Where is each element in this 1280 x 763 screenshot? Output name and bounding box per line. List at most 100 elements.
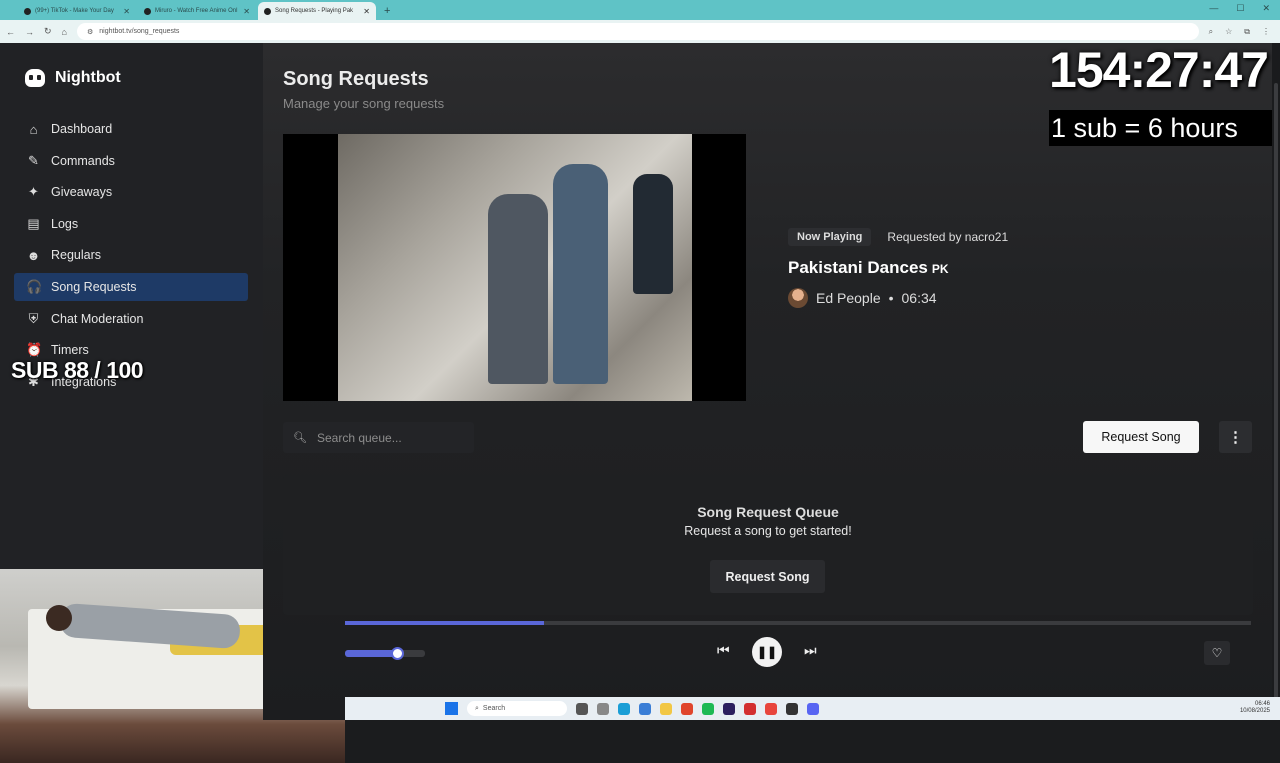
playback-progress-fill	[345, 621, 545, 625]
requested-by: Requested by nacro21	[887, 230, 1009, 244]
video-player[interactable]	[283, 134, 746, 401]
browser-tab[interactable]: Miruro - Watch Free Anime Onl ✕	[138, 2, 256, 20]
folder-icon[interactable]	[660, 702, 672, 715]
zoom-icon[interactable]: ⌕	[1209, 27, 1213, 37]
previous-icon[interactable]: ⏮	[717, 642, 730, 659]
url-text: nightbot.tv/song_requests	[99, 28, 180, 35]
main-content: Song Requests Manage your song requests …	[263, 42, 1280, 720]
sidebar-item-label: Timers	[51, 343, 89, 358]
taskbar-search[interactable]: ⌕ Search	[467, 701, 567, 716]
sidebar-item-label: Logs	[51, 216, 79, 231]
close-window-icon[interactable]: ✕	[1262, 3, 1270, 14]
browser-tab-active[interactable]: Song Requests - Playing Pak ✕	[258, 2, 376, 20]
search-input[interactable]: Search queue...	[317, 431, 402, 445]
scrollbar-thumb[interactable]	[1274, 83, 1278, 703]
more-options-icon[interactable]: ⋮	[1219, 421, 1252, 453]
site-info-icon[interactable]: ⚙	[87, 28, 93, 36]
settings-icon[interactable]	[597, 702, 609, 715]
pause-button[interactable]: ❚❚	[752, 637, 782, 667]
url-field[interactable]: ⚙ nightbot.tv/song_requests	[76, 23, 1199, 40]
clock-time: 06:46	[1254, 701, 1270, 707]
sidebar-item-dashboard[interactable]: ⌂ Dashboard	[14, 115, 248, 143]
queue-search[interactable]: 🔍︎ Search queue...	[283, 422, 474, 453]
new-tab-button[interactable]: +	[378, 2, 396, 20]
back-icon[interactable]: ←	[6, 27, 15, 37]
address-bar-row: ← → ↻ ⌂ ⚙ nightbot.tv/song_requests ⌕ ☆ …	[0, 20, 1280, 43]
taskbar-clock[interactable]: 06:46 10/08/2025	[1240, 701, 1270, 715]
edge-icon[interactable]	[618, 702, 630, 715]
minimize-icon[interactable]: —	[1209, 3, 1218, 14]
premiere-icon[interactable]	[723, 702, 735, 715]
sidebar-item-regulars[interactable]: ☻ Regulars	[14, 241, 248, 269]
site-icon	[144, 7, 151, 15]
sidebar-item-song-requests[interactable]: 🎧 Song Requests	[14, 272, 248, 301]
sidebar: Nightbot ⌂ Dashboard ✎ Commands ✦ Giveaways ▤ L…	[0, 43, 345, 763]
extensions-icon[interactable]: ⧉	[1244, 27, 1250, 37]
next-icon[interactable]: ⏭	[804, 642, 817, 659]
sidebar-item-giveaways[interactable]: ✦ Giveaways	[14, 178, 248, 206]
task-view-icon[interactable]	[576, 702, 588, 715]
obs-icon[interactable]	[786, 702, 798, 715]
stream-timer-overlay: 154:27:47	[1049, 42, 1269, 98]
window-controls: — ☐ ✕	[1209, 3, 1270, 14]
menu-icon[interactable]: ⋮	[1262, 27, 1270, 37]
tab-label: Miruro - Watch Free Anime Onl	[155, 8, 238, 14]
video-figure	[633, 174, 673, 294]
page-subtitle: Manage your song requests	[283, 96, 445, 111]
volume-slider[interactable]	[345, 647, 425, 660]
sidebar-item-label: Giveaways	[51, 185, 113, 200]
chrome-icon[interactable]	[765, 702, 777, 715]
maximize-icon[interactable]: ☐	[1236, 3, 1244, 14]
tab-label: Song Requests - Playing Pak	[275, 8, 354, 14]
browser-tab[interactable]: (99+) TikTok - Make Your Day ✕	[18, 2, 136, 20]
home-icon[interactable]: ⌂	[62, 27, 67, 37]
now-playing-panel: Now Playing Requested by nacro21 Pakista…	[788, 228, 1008, 308]
sidebar-item-label: Commands	[51, 153, 115, 168]
spotify-icon[interactable]	[702, 702, 714, 715]
app-icon[interactable]	[744, 702, 756, 715]
sidebar-item-logs[interactable]: ▤ Logs	[14, 210, 248, 238]
wand-icon: ✎	[28, 152, 39, 168]
artist-name[interactable]: Ed People	[816, 290, 881, 306]
bookmark-icon[interactable]: ☆	[1225, 27, 1232, 37]
giveaway-icon: ✦	[28, 184, 39, 200]
request-song-button[interactable]: Request Song	[1083, 421, 1199, 453]
taskbar-search-label: Search	[482, 705, 506, 712]
playback-progress[interactable]	[345, 621, 1251, 625]
search-icon: 🔍︎	[293, 432, 307, 444]
logs-icon: ▤	[27, 215, 40, 231]
sub-rate-overlay: 1 sub = 6 hours	[1049, 110, 1280, 146]
video-figure	[553, 164, 608, 384]
close-tab-icon[interactable]: ✕	[243, 7, 250, 16]
sidebar-item-chat-moderation[interactable]: ⛨ Chat Moderation	[14, 305, 248, 333]
home-icon: ⌂	[29, 121, 38, 137]
clock-date: 10/08/2025	[1239, 708, 1270, 714]
headphones-icon: 🎧	[26, 278, 43, 294]
search-icon: ⌕	[475, 704, 479, 712]
now-playing-badge: Now Playing	[788, 228, 872, 246]
page-scrollbar[interactable]	[1272, 43, 1280, 703]
video-figure	[488, 194, 548, 384]
browser-actions: ⌕ ☆ ⧉ ⋮	[1209, 27, 1274, 37]
start-icon[interactable]	[445, 702, 458, 715]
brand[interactable]: Nightbot	[25, 69, 121, 87]
os-taskbar: ⌕ Search 06:46 10/08/2025	[345, 697, 1280, 720]
reload-icon[interactable]: ↻	[44, 26, 52, 37]
brave-icon[interactable]	[681, 702, 693, 715]
separator-dot: •	[888, 290, 894, 306]
discord-icon[interactable]	[807, 702, 819, 715]
forward-icon[interactable]: →	[25, 27, 34, 37]
webcam-head	[46, 605, 72, 631]
nightbot-logo-icon	[25, 69, 45, 87]
volume-knob[interactable]	[391, 647, 404, 660]
sidebar-item-label: Chat Moderation	[51, 311, 144, 326]
artist-avatar	[788, 288, 808, 308]
sidebar-item-commands[interactable]: ✎ Commands	[14, 147, 248, 175]
sidebar-item-label: Regulars	[51, 248, 102, 263]
heart-icon[interactable]: ♡	[1204, 641, 1230, 665]
close-tab-icon[interactable]: ✕	[123, 7, 130, 16]
store-icon[interactable]	[639, 702, 651, 715]
page-title: Song Requests	[283, 68, 429, 90]
close-tab-icon[interactable]: ✕	[363, 7, 370, 16]
queue-request-song-button[interactable]: Request Song	[710, 560, 825, 593]
